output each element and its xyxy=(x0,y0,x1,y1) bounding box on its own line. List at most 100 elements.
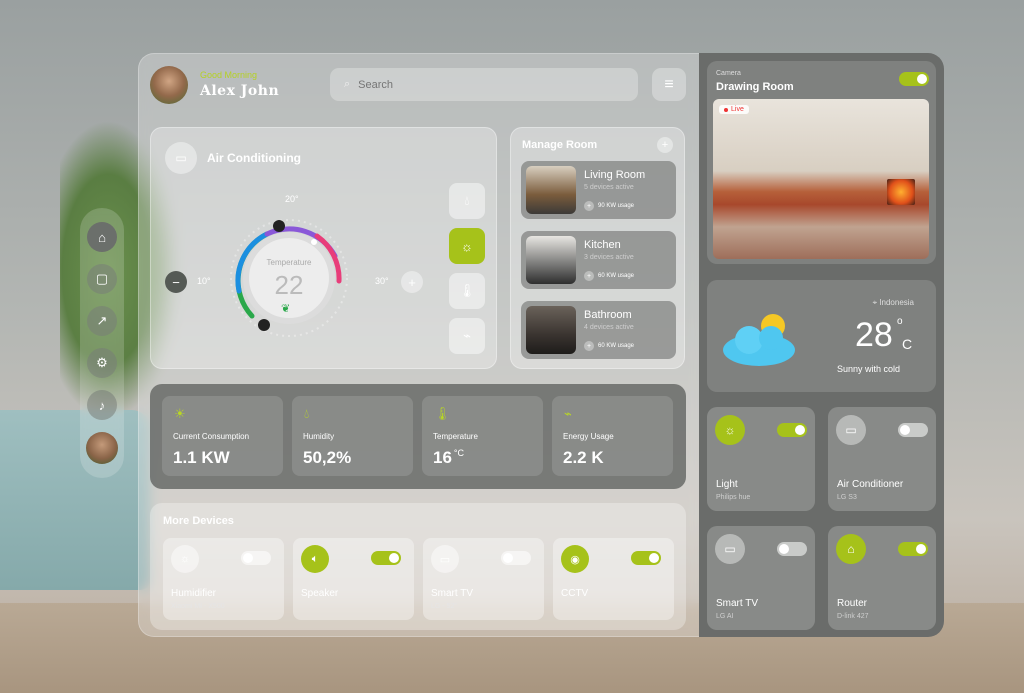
weather-card: ⌖ Indonesia 28 o C Sunny with cold xyxy=(707,280,936,392)
device-name: CCTV xyxy=(561,588,589,599)
more-devices-panel: More Devices ☼ Humidifier Xiaomi MI - X5… xyxy=(150,503,686,630)
tv-icon: ▭ xyxy=(715,534,745,564)
cctv-icon: ◉ xyxy=(561,545,589,573)
cctv-toggle[interactable] xyxy=(631,551,661,565)
device-speaker[interactable]: 🔈︎ Speaker xyxy=(293,538,414,620)
room-item-bathroom[interactable]: Bathroom 4 devices active + 60 KW usage xyxy=(521,301,676,359)
device-smart-tv[interactable]: ▭ Smart TV LG - 52" xyxy=(423,538,544,620)
device-name: Router xyxy=(837,598,868,609)
thermo-mode-button[interactable]: 🌡︎ xyxy=(449,273,485,309)
manage-room-title: Manage Room xyxy=(522,139,598,151)
sun-mode-button[interactable]: ☼ xyxy=(449,228,485,264)
room-item-kitchen[interactable]: Kitchen 3 devices active + 60 KW usage xyxy=(521,231,676,289)
room-usage: + 60 KW usage xyxy=(584,341,634,351)
add-room-button[interactable]: + xyxy=(657,137,673,153)
home-icon[interactable]: ⌂ xyxy=(87,222,117,252)
increase-temp-button[interactable]: + xyxy=(401,271,423,293)
room-item-living[interactable]: Living Room 5 devices active + 90 KW usa… xyxy=(521,161,676,219)
pulse-icon: ⌁ xyxy=(463,328,471,343)
search-input[interactable] xyxy=(358,78,619,91)
search-bar[interactable]: ⌕ xyxy=(330,68,638,101)
camera-card: Camera Drawing Room Live xyxy=(707,61,936,264)
device-router[interactable]: ⌂ Router D-link 427 xyxy=(828,526,936,630)
ac-title: Air Conditioning xyxy=(207,151,301,165)
device-name: Speaker xyxy=(301,588,339,599)
temperature-dial[interactable]: Temperature 22 ❦ xyxy=(227,216,351,340)
smart-tv-right-toggle[interactable] xyxy=(777,542,807,556)
device-light[interactable]: ☼ Light Philips hue xyxy=(707,407,815,511)
stats-panel: ☀︎ Current Consumption 1.1 KW 💧︎ Humidit… xyxy=(150,384,686,489)
location-text: Indonesia xyxy=(879,298,914,307)
bathroom-thumbnail xyxy=(526,306,576,354)
device-name: Air Conditioner xyxy=(837,479,904,490)
stat-label: Humidity xyxy=(303,432,335,441)
weather-location: ⌖ Indonesia xyxy=(873,298,914,308)
thermometer-icon: 🌡︎ xyxy=(434,406,451,421)
settings-icon[interactable]: ⚙ xyxy=(87,348,117,378)
humidifier-toggle[interactable] xyxy=(241,551,271,565)
device-humidifier[interactable]: ☼ Humidifier Xiaomi MI - X500 xyxy=(163,538,284,620)
weather-desc: Sunny with cold xyxy=(837,364,901,374)
pulse-mode-button[interactable]: ⌁ xyxy=(449,318,485,354)
camera-room: Drawing Room xyxy=(716,81,794,93)
greeting-text: Good Morning xyxy=(200,70,258,80)
sun-icon: ☼ xyxy=(461,238,473,254)
device-sub: D-link 427 xyxy=(837,613,869,620)
room-usage: + 60 KW usage xyxy=(584,271,634,281)
living-room-thumbnail xyxy=(526,166,576,214)
stat-humidity: 💧︎ Humidity 50,2% xyxy=(292,396,413,476)
search-icon: ⌕ xyxy=(344,78,351,90)
weather-unit: C xyxy=(902,336,913,352)
tick-20: 20° xyxy=(285,194,299,204)
sidebar-avatar[interactable] xyxy=(86,432,118,464)
speaker-icon: 🔈︎ xyxy=(301,545,329,573)
filter-button[interactable]: ≡ xyxy=(652,68,686,101)
router-toggle[interactable] xyxy=(898,542,928,556)
light-toggle[interactable] xyxy=(777,423,807,437)
bulb-icon: ☼ xyxy=(171,545,199,573)
device-cctv[interactable]: ◉ CCTV xyxy=(553,538,674,620)
leaf-icon: ❦ xyxy=(281,303,291,315)
device-name: Smart TV xyxy=(431,588,474,599)
stat-label: Current Consumption xyxy=(173,432,250,441)
device-sub: LG S3 xyxy=(837,494,857,501)
camera-feed[interactable]: Live xyxy=(713,99,929,259)
device-name: Humidifier xyxy=(171,588,217,599)
temperature-value: 22 xyxy=(274,270,304,300)
room-sub: 3 devices active xyxy=(584,254,634,261)
avatar[interactable] xyxy=(150,66,188,104)
background-sofa xyxy=(0,410,150,590)
room-sub: 4 devices active xyxy=(584,324,634,331)
weather-degree: o xyxy=(897,316,903,327)
air-conditioner-toggle[interactable] xyxy=(898,423,928,437)
device-sub: LG AI xyxy=(716,613,734,620)
ac-icon: ▭ xyxy=(165,142,197,174)
device-air-conditioner[interactable]: ▭ Air Conditioner LG S3 xyxy=(828,407,936,511)
humidity-mode-button[interactable]: 💧︎ xyxy=(449,183,485,219)
device-smart-tv-right[interactable]: ▭ Smart TV LG AI xyxy=(707,526,815,630)
router-icon: ⌂ xyxy=(836,534,866,564)
camera-toggle[interactable] xyxy=(899,72,929,86)
bell-icon[interactable]: ♪ xyxy=(87,390,117,420)
stat-consumption: ☀︎ Current Consumption 1.1 KW xyxy=(162,396,283,476)
bulb-icon: ☼ xyxy=(715,415,745,445)
speaker-toggle[interactable] xyxy=(371,551,401,565)
sun-cloud-icon xyxy=(723,314,795,366)
tick-10: 10° xyxy=(197,276,211,286)
devices-icon[interactable]: ▢ xyxy=(87,264,117,294)
fireplace-image xyxy=(887,179,915,205)
usage-text: 60 KW usage xyxy=(598,343,635,349)
stat-value-row: 16 °C xyxy=(433,448,464,468)
live-text: Live xyxy=(731,106,744,113)
weather-temp: 28 xyxy=(855,316,893,354)
stat-value: 1.1 KW xyxy=(173,448,230,467)
chart-icon[interactable]: ↗ xyxy=(87,306,117,336)
device-name: Light xyxy=(716,479,738,490)
device-sub: Philips hue xyxy=(716,494,751,501)
kitchen-thumbnail xyxy=(526,236,576,284)
usage-text: 90 KW usage xyxy=(598,203,635,209)
plus-icon: + xyxy=(584,271,594,281)
smart-tv-toggle[interactable] xyxy=(501,551,531,565)
stat-label: Temperature xyxy=(433,432,478,441)
decrease-temp-button[interactable]: − xyxy=(165,271,187,293)
